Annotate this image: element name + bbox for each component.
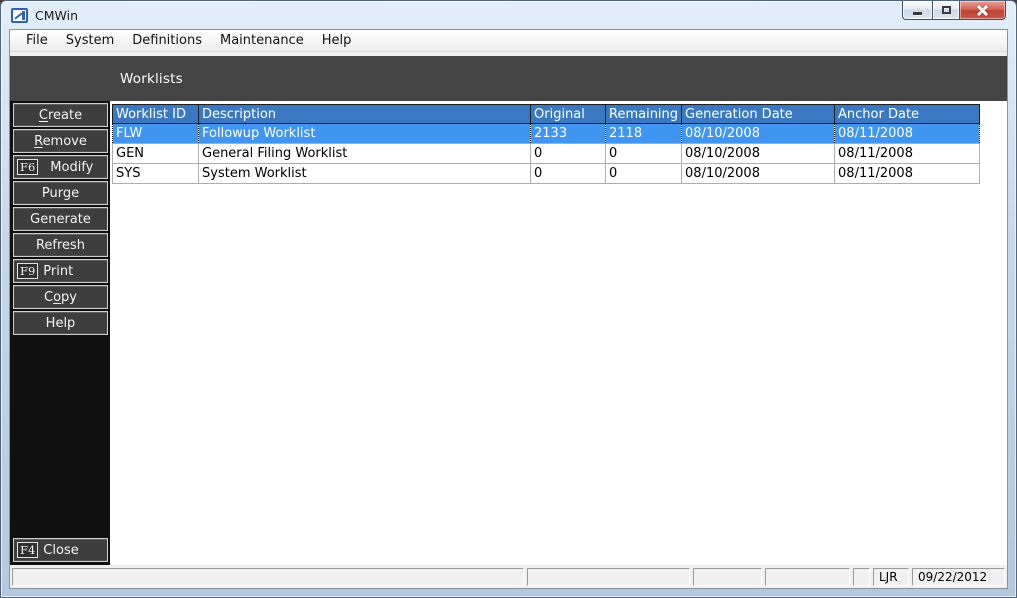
f9-key-badge: F9 xyxy=(17,263,39,279)
worklists-table: Worklist ID Description Original Remaini… xyxy=(112,104,981,184)
client-area: File System Definitions Maintenance Help… xyxy=(9,29,1008,589)
print-button[interactable]: F9 Print xyxy=(13,259,108,283)
main-area: Create Remove F6 Modify Purge Generate R… xyxy=(10,101,1007,565)
status-user: LJR xyxy=(873,567,909,586)
caption-buttons xyxy=(902,1,1006,20)
refresh-button[interactable]: Refresh xyxy=(13,233,108,257)
lst-logo-icon xyxy=(11,7,28,23)
minimize-button[interactable] xyxy=(902,1,932,20)
close-icon xyxy=(977,5,988,16)
col-worklist-id[interactable]: Worklist ID xyxy=(112,104,199,124)
col-remaining[interactable]: Remaining xyxy=(604,104,683,124)
status-segment-2 xyxy=(527,567,690,586)
close-button[interactable]: F4 Close xyxy=(13,538,108,562)
help-button[interactable]: Help xyxy=(13,311,108,335)
table-row-flw[interactable]: FLW Followup Worklist 2133 2118 08/10/20… xyxy=(112,123,981,144)
status-segment-3 xyxy=(693,567,762,586)
table-row-gen[interactable]: GEN General Filing Worklist 0 0 08/10/20… xyxy=(112,143,981,164)
maximize-button[interactable] xyxy=(932,1,960,20)
col-anchor-date[interactable]: Anchor Date xyxy=(834,104,981,124)
status-segment-1 xyxy=(12,567,524,586)
table-row-sys[interactable]: SYS System Worklist 0 0 08/10/2008 08/11… xyxy=(112,163,981,184)
remove-button[interactable]: Remove xyxy=(13,129,108,153)
page-header: Worklists xyxy=(10,56,1007,101)
col-generation-date[interactable]: Generation Date xyxy=(681,104,836,124)
menu-definitions[interactable]: Definitions xyxy=(123,31,211,50)
sidebar: Create Remove F6 Modify Purge Generate R… xyxy=(10,101,110,565)
status-date: 09/22/2012 xyxy=(912,567,1005,586)
col-original[interactable]: Original xyxy=(530,104,606,124)
status-bar: LJR 09/22/2012 xyxy=(10,565,1007,588)
generate-button[interactable]: Generate xyxy=(13,207,108,231)
app-window: CMWin File System Definitions Maintenanc… xyxy=(0,0,1017,598)
table-header-row: Worklist ID Description Original Remaini… xyxy=(112,104,981,124)
status-segment-4 xyxy=(765,567,850,586)
window-title: CMWin xyxy=(35,7,78,23)
create-button[interactable]: Create xyxy=(13,103,108,127)
purge-button[interactable]: Purge xyxy=(13,181,108,205)
copy-button[interactable]: Copy xyxy=(13,285,108,309)
menu-maintenance[interactable]: Maintenance xyxy=(211,31,313,50)
content-area: Worklist ID Description Original Remaini… xyxy=(110,101,1007,565)
maximize-icon xyxy=(941,6,951,14)
f6-key-badge: F6 xyxy=(17,159,39,175)
page-title: Worklists xyxy=(120,70,183,87)
titlebar[interactable]: CMWin xyxy=(1,1,1016,29)
f4-key-badge: F4 xyxy=(17,542,39,558)
close-window-button[interactable] xyxy=(960,1,1006,20)
modify-button[interactable]: F6 Modify xyxy=(13,155,108,179)
menu-help[interactable]: Help xyxy=(313,31,361,50)
col-description[interactable]: Description xyxy=(198,104,531,124)
menu-file[interactable]: File xyxy=(17,31,57,50)
minimize-icon xyxy=(913,12,922,15)
menu-system[interactable]: System xyxy=(57,31,123,50)
status-segment-5 xyxy=(853,567,870,586)
menu-bar: File System Definitions Maintenance Help xyxy=(10,30,1007,52)
